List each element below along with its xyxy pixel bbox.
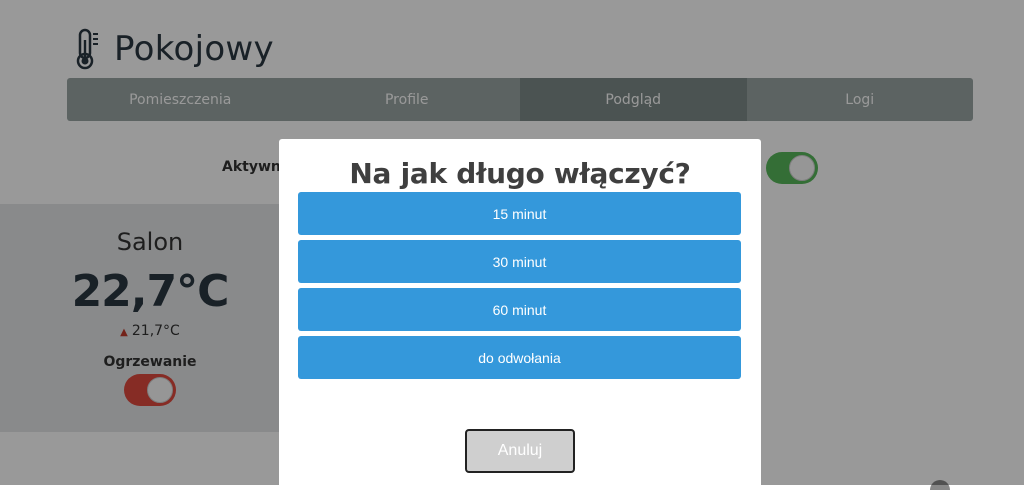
cancel-button[interactable]: Anuluj xyxy=(465,429,575,473)
option-15-minutes[interactable]: 15 minut xyxy=(298,192,741,235)
duration-dialog: Na jak długo włączyć? 15 minut 30 minut … xyxy=(279,139,761,485)
option-until-cancelled[interactable]: do odwołania xyxy=(298,336,741,379)
option-60-minutes[interactable]: 60 minut xyxy=(298,288,741,331)
option-30-minutes[interactable]: 30 minut xyxy=(298,240,741,283)
dialog-title: Na jak długo włączyć? xyxy=(349,157,691,190)
